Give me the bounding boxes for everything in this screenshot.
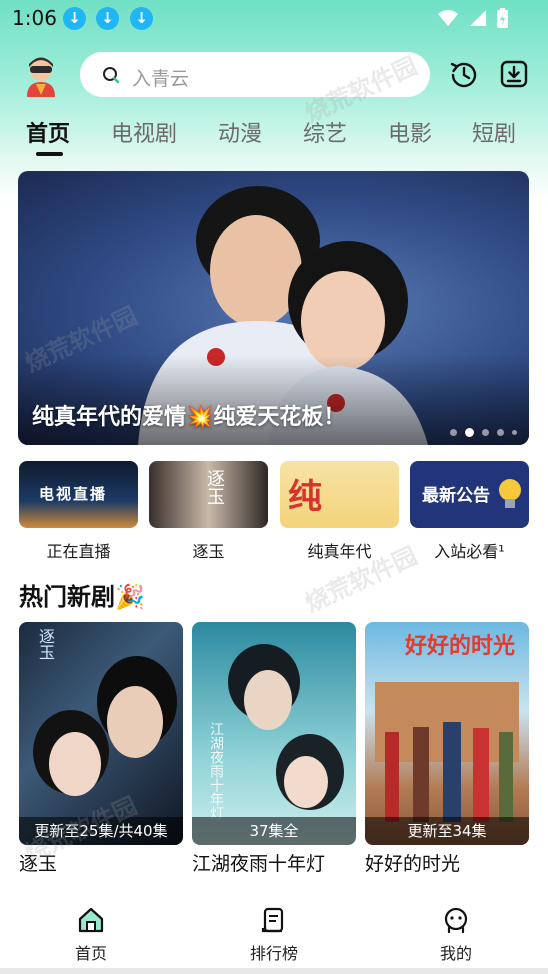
episode-badge: 更新至34集: [365, 817, 529, 845]
tab-variety[interactable]: 综艺: [303, 116, 347, 148]
nav-home[interactable]: 首页: [41, 906, 141, 964]
drama-title: 逐玉: [19, 853, 58, 875]
battery-icon: [497, 8, 508, 28]
shortcut-thumb-text: 电视直播: [39, 485, 108, 503]
status-time: 1:06: [12, 6, 57, 30]
nav-label: 我的: [439, 944, 472, 963]
hot-new-list: 逐玉 更新至25集/共40集 逐玉 江湖夜雨十年灯 37集全 江湖夜雨十年灯 好…: [0, 622, 548, 882]
search-icon: [103, 67, 120, 84]
drama-title: 好好的时光: [365, 853, 461, 875]
drama-title: 江湖夜雨十年灯: [192, 853, 326, 875]
shortcut-thumb: 最新公告: [410, 461, 529, 528]
download-icon: ↓: [130, 7, 153, 30]
download-icon: ↓: [96, 7, 119, 30]
episode-badge: 37集全: [192, 817, 356, 845]
tab-short-drama[interactable]: 短剧: [472, 116, 516, 148]
shortcut-row: 电视直播 正在直播 逐玉 逐玉 纯爱 纯真年代 最新公告 入站必看¹: [0, 461, 548, 561]
episode-badge: 更新至25集/共40集: [19, 817, 183, 845]
profile-icon: [444, 907, 468, 934]
drama-card[interactable]: 江湖夜雨十年灯 37集全 江湖夜雨十年灯: [192, 622, 356, 876]
poster-title-text: 江湖夜雨十年灯: [208, 722, 224, 820]
status-bar: 1:06 ↓ ↓ ↓: [0, 0, 548, 36]
tab-tv-series[interactable]: 电视剧: [111, 116, 177, 148]
shortcut-thumb: 电视直播: [19, 461, 138, 528]
download-icon: ↓: [63, 7, 86, 30]
hero-banner[interactable]: 纯真年代的爱情💥纯爱天花板！: [18, 171, 529, 445]
drama-poster: 逐玉 更新至25集/共40集: [19, 622, 183, 845]
drama-card[interactable]: 好好的时光 更新至34集 好好的时光: [365, 622, 529, 876]
nav-label: 首页: [74, 944, 107, 963]
poster-title-text: 逐玉: [36, 628, 55, 660]
drama-poster: 江湖夜雨十年灯 37集全: [192, 622, 356, 845]
drama-poster: 好好的时光 更新至34集: [365, 622, 529, 845]
avatar[interactable]: [22, 55, 60, 97]
shortcut-must-see[interactable]: 最新公告 入站必看¹: [410, 461, 529, 562]
active-tab-indicator: [36, 152, 63, 156]
search-input[interactable]: 入青云: [80, 52, 430, 97]
pagination-dot[interactable]: [482, 429, 489, 436]
tab-anime[interactable]: 动漫: [218, 116, 262, 148]
shortcut-thumb: 逐玉: [149, 461, 268, 528]
shortcut-thumb-text: 逐玉: [204, 469, 225, 505]
signal-icon: [470, 10, 486, 26]
banner-caption: 纯真年代的爱情💥纯爱天花板！: [32, 405, 346, 430]
shortcut-thumb: 纯爱: [280, 461, 399, 528]
shortcut-zhuyu[interactable]: 逐玉 逐玉: [149, 461, 268, 562]
drama-card[interactable]: 逐玉 更新至25集/共40集 逐玉: [19, 622, 183, 876]
pagination-dot-active[interactable]: [465, 428, 474, 437]
download-manager-icon[interactable]: [500, 60, 528, 88]
tab-home[interactable]: 首页: [26, 116, 70, 148]
category-tabs: 首页 电视剧 动漫 综艺 电影 短剧: [0, 112, 548, 162]
search-placeholder: 入青云: [132, 68, 190, 90]
ranking-icon: [261, 907, 284, 933]
shortcut-pure-era[interactable]: 纯爱 纯真年代: [280, 461, 399, 562]
nav-profile[interactable]: 我的: [406, 906, 506, 964]
poster-title-text: 好好的时光: [405, 634, 516, 659]
banner-pagination: [450, 428, 517, 437]
wifi-icon: [438, 10, 458, 26]
pagination-dot[interactable]: [450, 429, 457, 436]
shortcut-thumb-text: 最新公告: [422, 486, 490, 506]
shortcut-thumb-text: 纯爱: [288, 477, 352, 528]
shortcut-live-tv[interactable]: 电视直播 正在直播: [19, 461, 138, 562]
nav-ranking[interactable]: 排行榜: [224, 906, 324, 964]
pagination-dot[interactable]: [512, 430, 517, 435]
shortcut-label: 入站必看¹: [434, 542, 505, 561]
history-icon[interactable]: [449, 60, 479, 90]
bottom-nav: 首页 排行榜 我的: [0, 900, 548, 968]
section-title-hot-new: 热门新剧🎉: [19, 583, 145, 611]
system-gesture-bar: [0, 968, 548, 974]
nav-label: 排行榜: [249, 944, 298, 963]
pagination-dot[interactable]: [497, 429, 504, 436]
tab-movie[interactable]: 电影: [388, 116, 432, 148]
shortcut-label: 纯真年代: [307, 542, 372, 561]
home-icon: [78, 907, 104, 933]
lightbulb-icon: [499, 479, 521, 508]
search-row: 入青云: [0, 50, 548, 100]
shortcut-label: 正在直播: [46, 542, 111, 561]
shortcut-label: 逐玉: [192, 542, 225, 561]
